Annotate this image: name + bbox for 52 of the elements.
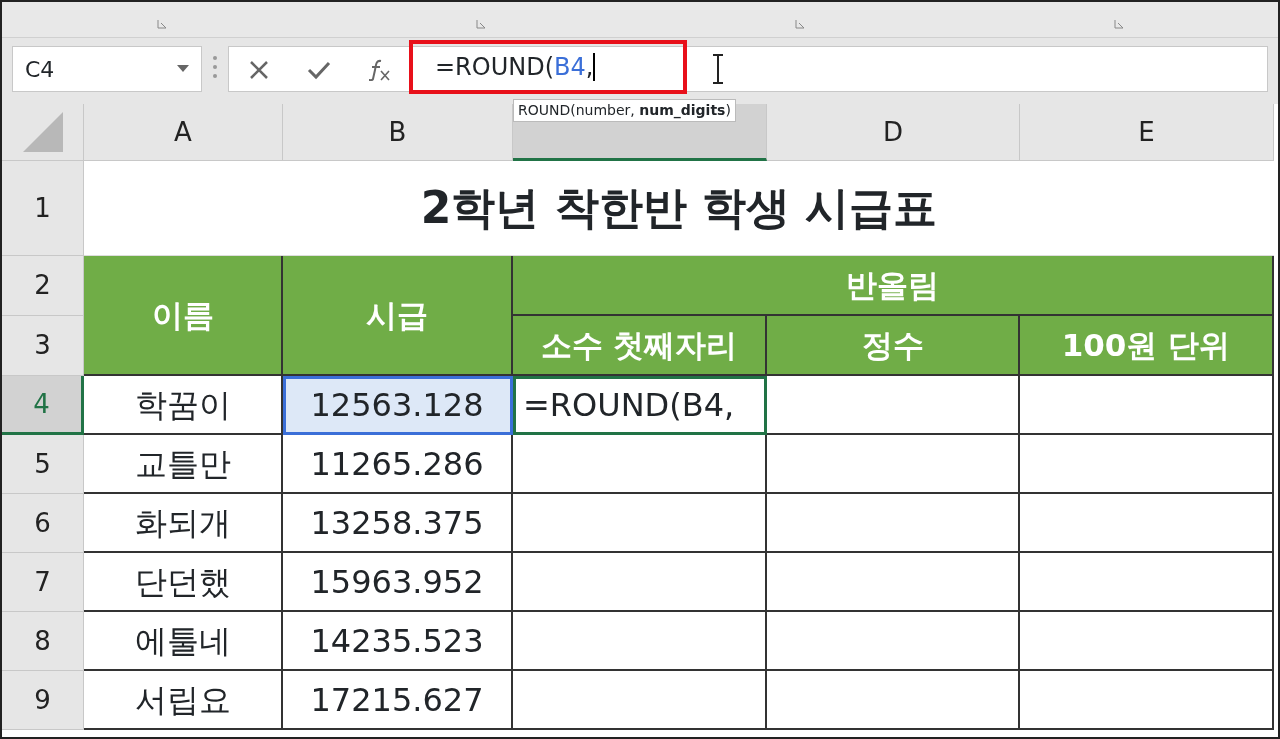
table-cell[interactable]	[513, 435, 767, 494]
table-cell: 17215.627	[283, 671, 513, 730]
table-cell: 12563.128	[283, 376, 513, 435]
column-header[interactable]: E	[1020, 104, 1274, 161]
name-box[interactable]: C4	[12, 46, 202, 92]
row-header[interactable]: 6	[2, 494, 84, 553]
row-header[interactable]: 5	[2, 435, 84, 494]
table-cell[interactable]	[513, 553, 767, 612]
row-header[interactable]: 2	[2, 256, 84, 316]
table-cell: 13258.375	[283, 494, 513, 553]
close-icon	[249, 60, 269, 80]
text-cursor-icon	[711, 54, 725, 84]
table-cell: 14235.523	[283, 612, 513, 671]
formula-input[interactable]: =ROUND(B4,	[409, 40, 687, 94]
row-header[interactable]: 4	[2, 376, 84, 435]
row-header[interactable]: 7	[2, 553, 84, 612]
table-cell: 교틀만	[84, 435, 283, 494]
function-tooltip: ROUND(number, num_digits)	[513, 99, 736, 122]
column-header[interactable]: A	[84, 104, 283, 161]
function-icon	[367, 59, 391, 81]
header-cell: 소수 첫째자리	[513, 316, 767, 376]
dropdown-caret-icon[interactable]	[177, 65, 189, 73]
header-cell: 100원 단위	[1020, 316, 1274, 376]
dialog-launcher-icon[interactable]	[1113, 19, 1124, 29]
table-cell[interactable]	[513, 612, 767, 671]
table-cell: 15963.952	[283, 553, 513, 612]
cell-reference: B4	[554, 53, 586, 81]
row-header[interactable]: 1	[2, 161, 84, 256]
table-cell: 에툴네	[84, 612, 283, 671]
editing-cell[interactable]: =ROUND(B4,	[513, 376, 767, 435]
dialog-launcher-icon[interactable]	[794, 19, 805, 29]
dialog-launcher-icon[interactable]	[475, 19, 486, 29]
header-cell: 이름	[84, 256, 283, 376]
table-cell[interactable]	[513, 671, 767, 730]
row-header[interactable]: 8	[2, 612, 84, 671]
checkmark-icon	[307, 60, 331, 80]
table-cell: 화되개	[84, 494, 283, 553]
grip-icon	[212, 54, 218, 80]
formula-text: ,	[585, 53, 594, 81]
table-cell: 서립요	[84, 671, 283, 730]
formula-text: =ROUND(	[435, 53, 555, 81]
header-cell: 시급	[283, 256, 513, 376]
row-header[interactable]: 9	[2, 671, 84, 730]
column-header[interactable]: D	[767, 104, 1020, 161]
column-header[interactable]: B	[283, 104, 513, 161]
dialog-launcher-icon[interactable]	[156, 19, 167, 29]
header-cell: 반올림	[513, 256, 1274, 316]
table-cell: 11265.286	[283, 435, 513, 494]
row-header[interactable]: 3	[2, 316, 84, 376]
table-cell[interactable]	[513, 494, 767, 553]
table-cell: 단던했	[84, 553, 283, 612]
header-cell: 정수	[767, 316, 1020, 376]
